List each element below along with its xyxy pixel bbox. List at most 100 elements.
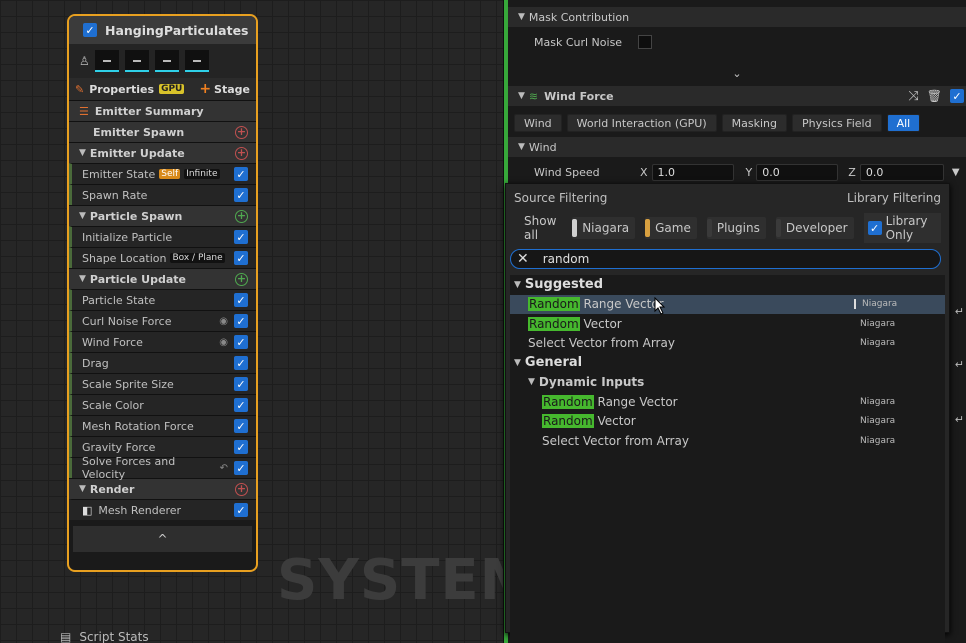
tab-wind[interactable]: Wind <box>514 114 562 132</box>
collapse-arrow-icon[interactable]: ▼ <box>514 358 521 368</box>
collapse-arrow-icon[interactable]: ▼ <box>79 211 86 221</box>
add-module-icon[interactable]: + <box>235 125 248 139</box>
module-enabled-checkbox[interactable]: ✓ <box>234 251 248 265</box>
node-row-emitter-update[interactable]: ▼ Emitter Update + <box>69 142 256 163</box>
node-row-particle-spawn[interactable]: ▼ Particle Spawn + <box>69 205 256 226</box>
module-enabled-checkbox[interactable]: ✓ <box>234 293 248 307</box>
collapse-arrow-icon[interactable]: ▼ <box>514 280 521 290</box>
node-row-gravity-force[interactable]: Gravity Force ✓ <box>69 436 256 457</box>
module-enabled-checkbox[interactable]: ✓ <box>234 167 248 181</box>
wind-force-header[interactable]: ▼ ≋ Wind Force ⤨ 🗑 ✓ <box>508 86 966 106</box>
reset-arrow-icon[interactable]: ↵ <box>955 305 964 318</box>
node-row-spawn-rate[interactable]: Spawn Rate ✓ <box>69 184 256 205</box>
module-enabled-checkbox[interactable]: ✓ <box>234 377 248 391</box>
node-row-particle-update[interactable]: ▼ Particle Update + <box>69 268 256 289</box>
search-input[interactable]: random <box>543 252 590 266</box>
node-row-wind-force[interactable]: Wind Force ◉ ✓ <box>69 331 256 352</box>
tab-all[interactable]: All <box>886 114 921 132</box>
module-enabled-checkbox[interactable]: ✓ <box>234 230 248 244</box>
tab-world-interaction-gpu-[interactable]: World Interaction (GPU) <box>566 114 717 132</box>
node-row-emitter-state[interactable]: Emitter State Self Infinite ✓ <box>69 163 256 184</box>
add-module-icon[interactable]: + <box>235 272 248 286</box>
reset-arrow-icon[interactable]: ↵ <box>955 413 964 426</box>
filter-plugins[interactable]: Plugins <box>706 217 766 239</box>
result-item[interactable]: Random Range Vector Niagara <box>510 392 945 412</box>
add-module-icon[interactable]: + <box>235 482 248 496</box>
mask-contribution-section[interactable]: ▼ Mask Contribution <box>508 7 966 27</box>
expand-row[interactable]: ⌄ <box>508 64 966 82</box>
node-row-shape-location[interactable]: Shape Location Box / Plane ✓ <box>69 247 256 268</box>
add-module-icon[interactable]: + <box>235 209 248 223</box>
node-row-emitter-summary[interactable]: ☰ Emitter Summary <box>69 100 256 121</box>
node-row-initialize-particle[interactable]: Initialize Particle ✓ <box>69 226 256 247</box>
wind-speed-y-field[interactable]: 0.0 <box>756 163 839 181</box>
result-category[interactable]: ▼ General <box>510 353 945 373</box>
add-stage-button[interactable]: + Stage <box>199 81 250 97</box>
result-category[interactable]: ▼ Dynamic Inputs <box>510 373 945 393</box>
thumbnail-2[interactable] <box>125 50 149 72</box>
collapse-arrow-icon[interactable]: ▼ <box>79 274 86 284</box>
tab-masking[interactable]: Masking <box>721 114 787 132</box>
result-category[interactable]: ▼ Suggested <box>510 275 945 295</box>
module-enabled-checkbox[interactable]: ✓ <box>234 356 248 370</box>
node-row-curl-noise-force[interactable]: Curl Noise Force ◉ ✓ <box>69 310 256 331</box>
node-row-emitter-spawn[interactable]: Emitter Spawn + <box>69 121 256 142</box>
thumbnail-4[interactable] <box>185 50 209 72</box>
node-title-bar[interactable]: ✓ HangingParticulates <box>69 16 256 44</box>
collapse-arrow-icon[interactable]: ▼ <box>79 484 86 494</box>
filter-developer[interactable]: Developer <box>775 217 854 239</box>
node-row-drag[interactable]: Drag ✓ <box>69 352 256 373</box>
reset-arrow-icon[interactable]: ↵ <box>955 358 964 371</box>
node-row-mesh-rotation-force[interactable]: Mesh Rotation Force ✓ <box>69 415 256 436</box>
script-stats-tab[interactable]: ▤ Script Stats <box>60 630 149 643</box>
module-enabled-checkbox[interactable]: ✓ <box>234 314 248 328</box>
mask-curl-noise-checkbox[interactable] <box>638 35 652 49</box>
result-item[interactable]: Random Vector Niagara <box>510 314 945 334</box>
show-all-button[interactable]: Show all <box>524 214 562 242</box>
module-enabled-checkbox[interactable]: ✓ <box>234 440 248 454</box>
library-only-checkbox[interactable]: ✓ <box>867 221 882 235</box>
wind-speed-z-field[interactable]: 0.0 <box>859 163 944 181</box>
result-item[interactable]: Select Vector from Array Niagara <box>510 431 945 451</box>
node-row-particle-state[interactable]: Particle State ✓ <box>69 289 256 310</box>
node-row-scale-sprite-size[interactable]: Scale Sprite Size ✓ <box>69 373 256 394</box>
library-only-toggle[interactable]: ✓ Library Only <box>863 213 941 243</box>
thumbnail-1[interactable] <box>95 50 119 72</box>
result-item[interactable]: Random Range Vector Niagara <box>510 294 945 314</box>
emitter-node[interactable]: ✓ HangingParticulates ♙ ✎ Properties GPU… <box>67 14 258 572</box>
tab-physics-field[interactable]: Physics Field <box>792 114 882 132</box>
search-box[interactable]: ✕ random <box>510 249 941 269</box>
eye-icon[interactable]: ◉ <box>219 337 228 348</box>
module-enabled-checkbox[interactable]: ✓ <box>234 419 248 433</box>
emitter-enabled-checkbox[interactable]: ✓ <box>83 23 97 37</box>
wind-section[interactable]: ▼ Wind <box>508 137 966 157</box>
module-enabled-checkbox[interactable]: ✓ <box>234 503 248 517</box>
module-enabled-checkbox[interactable]: ✓ <box>234 398 248 412</box>
clear-search-icon[interactable]: ✕ <box>517 251 529 267</box>
properties-row[interactable]: ✎ Properties GPU + Stage <box>69 78 256 100</box>
wind-speed-x-field[interactable]: 1.0 <box>651 163 734 181</box>
node-row-solve-forces-and-velocity[interactable]: Solve Forces and Velocity ↶ ✓ <box>69 455 256 481</box>
collapse-arrow-icon[interactable]: ▼ <box>528 377 535 387</box>
node-row-mesh-renderer[interactable]: ◧ Mesh Renderer ✓ <box>69 499 256 520</box>
shuffle-icon[interactable]: ⤨ <box>908 89 918 104</box>
filter-niagara[interactable]: Niagara <box>572 217 636 239</box>
delete-icon[interactable]: 🗑 <box>927 89 942 103</box>
result-item[interactable]: Random Vector Niagara <box>510 412 945 432</box>
filter-game[interactable]: Game <box>645 217 697 239</box>
node-row-scale-color[interactable]: Scale Color ✓ <box>69 394 256 415</box>
node-row-render[interactable]: ▼ Render + <box>69 478 256 499</box>
module-enabled-checkbox[interactable]: ✓ <box>234 188 248 202</box>
thumbnail-3[interactable] <box>155 50 179 72</box>
module-enabled-checkbox[interactable]: ✓ <box>234 335 248 349</box>
eye-icon[interactable]: ◉ <box>219 316 228 327</box>
add-module-icon[interactable]: + <box>235 146 248 160</box>
collapse-arrow-icon[interactable]: ▼ <box>79 148 86 158</box>
reset-icon[interactable]: ↶ <box>220 463 228 474</box>
module-enabled-checkbox[interactable]: ✓ <box>234 461 248 475</box>
result-item[interactable]: Select Vector from Array Niagara <box>510 334 945 354</box>
results-list: ▼ Suggested Random Range Vector Niagara Rand… <box>510 275 945 643</box>
collapse-node-button[interactable]: ^ <box>73 526 252 552</box>
wind-force-enabled-checkbox[interactable]: ✓ <box>950 89 964 103</box>
dropdown-arrow-icon[interactable]: ▼ <box>952 167 960 178</box>
